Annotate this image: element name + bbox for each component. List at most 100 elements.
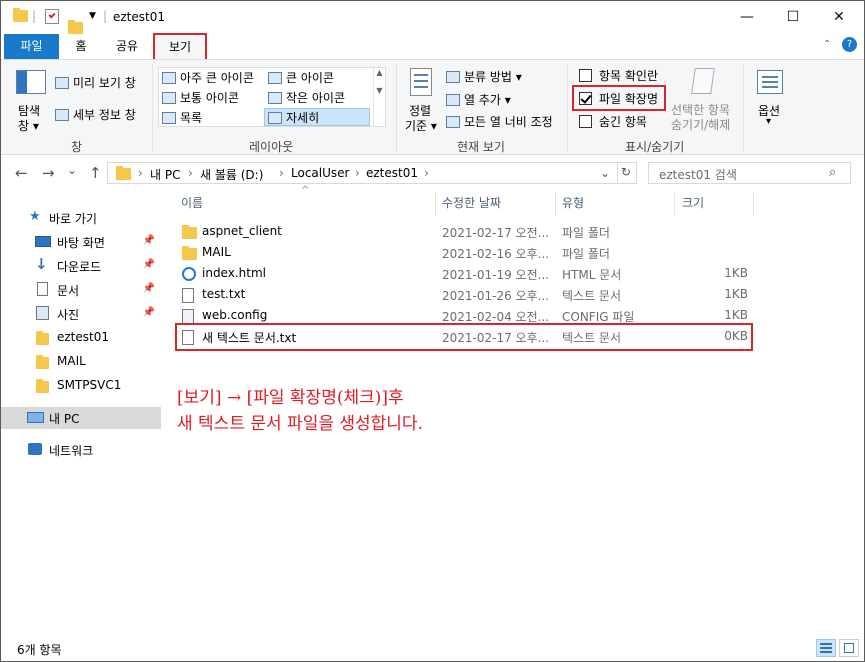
column-header-size[interactable]: 크기: [682, 194, 704, 216]
close-button[interactable]: ✕: [816, 1, 862, 34]
column-header-name[interactable]: 이름: [181, 194, 203, 216]
sidebar-item-eztest01[interactable]: eztest01: [1, 327, 161, 349]
size-columns-icon: [446, 116, 460, 128]
pictures-icon: [36, 306, 49, 320]
maximize-button[interactable]: ☐: [770, 1, 816, 34]
group-divider: [567, 64, 568, 152]
nav-pane-icon[interactable]: [16, 70, 46, 94]
address-dropdown-icon[interactable]: ⌄: [600, 166, 610, 180]
group-by-button[interactable]: 분류 방법 ▾: [446, 68, 522, 85]
sidebar-item-pictures[interactable]: 사진 📌: [1, 303, 161, 325]
group-pane-label: 창: [71, 140, 83, 154]
explorer-window: | ▼ | eztest01 — ☐ ✕ 파일 홈 공유 보기 ⌃ ? 탐색 창…: [0, 0, 865, 662]
hide-selected-label-2[interactable]: 숨기기/해제: [671, 116, 730, 133]
sidebar-item-desktop[interactable]: 바탕 화면 📌: [1, 231, 161, 253]
preview-pane-icon: [55, 77, 69, 89]
tab-share[interactable]: 공유: [105, 34, 149, 59]
sidebar-item-smtpsvc1[interactable]: SMTPSVC1: [1, 375, 161, 397]
sidebar-item-this-pc[interactable]: 내 PC: [1, 407, 161, 429]
recent-locations-button[interactable]: ⌄: [67, 163, 77, 177]
column-divider[interactable]: [753, 192, 754, 216]
group-layout-label: 레이아웃: [249, 140, 294, 154]
breadcrumb-separator: ›: [355, 166, 360, 180]
column-divider[interactable]: [555, 192, 556, 216]
refresh-button[interactable]: ↻: [621, 165, 631, 179]
back-button[interactable]: ←: [15, 164, 28, 182]
search-box[interactable]: eztest01 검색 ⌕: [648, 162, 851, 184]
file-row[interactable]: aspnet_client 2021-02-17 오전... 파일 폴더: [178, 222, 753, 243]
column-header-type[interactable]: 유형: [562, 194, 584, 216]
customize-qat-icon[interactable]: ▼: [89, 11, 96, 21]
large-icons-icon: [268, 72, 282, 84]
properties-icon[interactable]: [45, 9, 59, 24]
computer-icon: [27, 412, 44, 423]
ie-icon: [182, 267, 196, 281]
layout-details[interactable]: 자세히: [268, 109, 319, 126]
ribbon-view: 탐색 창 ▾ 미리 보기 창 세부 정보 창 창 아주 큰 아이콘 큰 아이콘 …: [1, 59, 864, 155]
breadcrumb-separator: ›: [188, 166, 193, 180]
search-icon[interactable]: ⌕: [829, 165, 836, 180]
large-icons-view-button[interactable]: [839, 639, 859, 657]
breadcrumb-eztest01[interactable]: eztest01: [366, 166, 418, 180]
item-checkboxes-checkbox[interactable]: [579, 69, 592, 82]
tab-home[interactable]: 홈: [61, 34, 101, 59]
sidebar-item-documents[interactable]: 문서 📌: [1, 279, 161, 301]
sort-by-label-2[interactable]: 기준 ▾: [405, 117, 437, 134]
folder-icon: [182, 225, 197, 239]
add-columns-icon: [446, 94, 460, 106]
list-icon: [162, 112, 176, 124]
address-bar[interactable]: › 내 PC › 새 볼륨 (D:) › LocalUser › eztest0…: [107, 162, 637, 184]
group-divider: [743, 64, 744, 152]
nav-pane-label-2[interactable]: 창 ▾: [18, 117, 39, 134]
small-icons-icon: [268, 92, 282, 104]
sidebar-item-quick-access[interactable]: ★ 바로 가기: [1, 207, 161, 229]
add-columns-button[interactable]: 열 추가 ▾: [446, 91, 511, 108]
minimize-button[interactable]: —: [724, 1, 770, 34]
file-row[interactable]: test.txt 2021-01-26 오후... 텍스트 문서 1KB: [178, 285, 753, 306]
file-row[interactable]: index.html 2021-01-19 오전... HTML 문서 1KB: [178, 264, 753, 285]
column-header-date[interactable]: 수정한 날짜: [442, 194, 501, 216]
layout-medium-icons[interactable]: 보통 아이콘: [162, 89, 239, 106]
layout-small-icons[interactable]: 작은 아이콘: [268, 89, 345, 106]
preview-pane-button[interactable]: 미리 보기 창: [55, 74, 136, 91]
details-pane-button[interactable]: 세부 정보 창: [55, 106, 136, 123]
folder-icon: [36, 331, 49, 345]
hide-selected-icon[interactable]: [691, 68, 715, 94]
breadcrumb-volume[interactable]: 새 볼륨 (D:): [200, 166, 263, 183]
item-checkboxes-label[interactable]: 항목 확인란: [599, 67, 658, 84]
breadcrumb-separator: ›: [138, 166, 143, 180]
size-all-columns-button[interactable]: 모든 열 너비 조정: [446, 113, 553, 130]
layout-scroll[interactable]: ▲ ▼: [373, 68, 385, 126]
column-divider[interactable]: [674, 192, 675, 216]
up-button[interactable]: ↑: [89, 164, 102, 182]
tab-file[interactable]: 파일: [4, 34, 59, 59]
group-by-icon: [446, 71, 460, 83]
details-view-button[interactable]: [816, 639, 836, 657]
view-tab-highlight: [153, 33, 207, 61]
forward-button[interactable]: →: [42, 164, 55, 182]
sidebar-item-mail[interactable]: MAIL: [1, 351, 161, 373]
options-icon[interactable]: [757, 70, 783, 94]
column-divider[interactable]: [435, 192, 436, 216]
collapse-ribbon-icon[interactable]: ⌃: [823, 39, 831, 50]
breadcrumb-this-pc[interactable]: 내 PC: [150, 166, 180, 183]
new-folder-icon[interactable]: [68, 20, 83, 34]
sort-by-icon[interactable]: [410, 68, 432, 96]
hidden-items-label[interactable]: 숨긴 항목: [599, 113, 647, 130]
breadcrumb-separator: ›: [279, 166, 284, 180]
file-row[interactable]: MAIL 2021-02-16 오후... 파일 폴더: [178, 243, 753, 264]
sidebar-item-network[interactable]: 네트워크: [1, 439, 161, 461]
hidden-items-checkbox[interactable]: [579, 115, 592, 128]
sidebar-item-downloads[interactable]: ↓ 다운로드 📌: [1, 255, 161, 277]
group-divider: [396, 64, 397, 152]
details-icon: [268, 112, 282, 124]
navigation-bar: ← → ⌄ ↑ › 내 PC › 새 볼륨 (D:) › LocalUser ›…: [1, 156, 864, 192]
help-icon[interactable]: ?: [842, 37, 857, 52]
layout-extra-large-icons[interactable]: 아주 큰 아이콘: [162, 69, 254, 86]
layout-large-icons[interactable]: 큰 아이콘: [268, 69, 334, 86]
options-arrow[interactable]: ▾: [766, 116, 771, 127]
search-input[interactable]: eztest01 검색: [659, 166, 737, 183]
layout-list[interactable]: 목록: [162, 109, 202, 126]
title-separator: |: [103, 9, 108, 23]
breadcrumb-localuser[interactable]: LocalUser: [291, 166, 349, 180]
